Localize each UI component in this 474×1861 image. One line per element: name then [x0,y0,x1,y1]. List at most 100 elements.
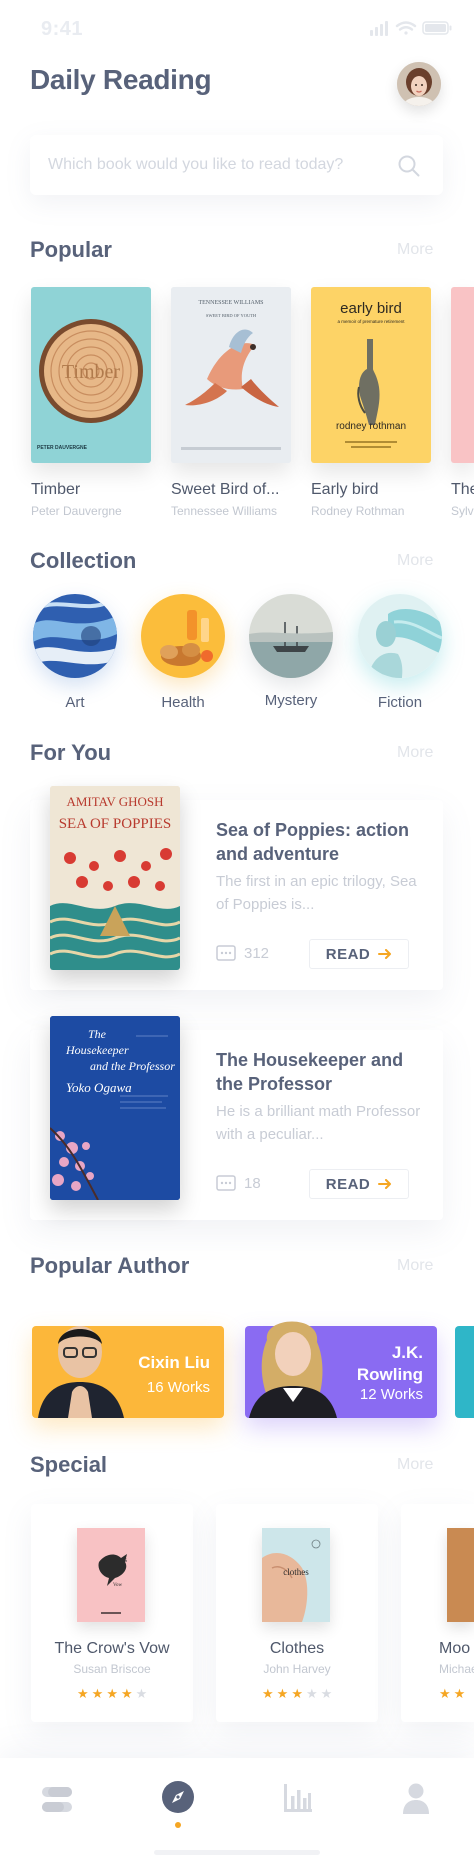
collection-art-image[interactable] [33,594,117,678]
star-icon: ★ [453,1686,469,1701]
collection-fiction-image[interactable] [358,594,442,678]
star-icon: ★ [305,1686,321,1701]
popular-author-title: Popular Author [30,1253,190,1278]
for-you-more-link[interactable]: More [397,744,433,762]
star-icon: ★ [106,1686,121,1701]
battery-icon [422,21,452,35]
special-book-author: Susan Briscoe [73,1662,151,1676]
signal-icon [370,21,388,36]
book-cover-partial[interactable] [451,287,474,463]
star-icon: ★ [262,1686,277,1701]
status-icons [370,21,452,36]
read-button[interactable]: READ [309,1169,409,1199]
timber-cover-author: PETER DAUVERGNE [37,445,88,451]
housekeeper-cover-author: Yoko Ogawa [66,1080,132,1095]
search-bar[interactable] [30,135,443,195]
rating-stars: ★★ [439,1686,468,1702]
book-author: Peter Dauvergne [31,504,122,518]
for-you-book-description: He is a brilliant math Professor with a … [216,1103,421,1143]
book-cover-housekeeper[interactable]: The Housekeeper and the Professor Yoko O… [50,1016,180,1200]
poppies-cover-title: SEA OF POPPIES [59,816,172,832]
author-works-count: 16 Works [146,1379,210,1396]
star-icon: ★ [291,1686,306,1701]
author-name: Cixin Liu [138,1353,210,1372]
stats-icon[interactable] [282,1782,314,1814]
collection-more-link[interactable]: More [397,552,433,570]
star-icon: ★ [91,1686,107,1701]
for-you-book-title[interactable]: The Housekeeper and the Professor [216,1048,426,1096]
status-time: 9:41 [41,18,84,40]
star-icon: ★ [120,1686,136,1701]
collection-mystery-image[interactable] [249,594,333,678]
book-title[interactable]: Timber [31,481,80,499]
collection-health-image[interactable] [141,594,225,678]
special-title: Special [30,1452,108,1477]
special-card[interactable]: clothes Clothes John Harvey ★★★★★ [216,1504,378,1722]
author-card-partial[interactable] [455,1326,474,1418]
for-you-book-description: The first in an epic trilogy, Sea of Pop… [216,873,417,913]
collection-label[interactable]: Mystery [249,692,333,709]
book-author: Tennessee Williams [171,504,278,518]
book-cover-crows-vow[interactable]: 's Vow [77,1528,145,1622]
special-book-title[interactable]: The Crow's Vow [31,1640,193,1658]
book-cover-clothes[interactable]: clothes [262,1528,330,1622]
collection-title: Collection [30,548,137,573]
special-card[interactable]: 's Vow The Crow's Vow Susan Briscoe ★★★★… [31,1504,193,1722]
collection-label[interactable]: Art [33,694,117,711]
housekeeper-cover-title-line3: and the Professor [90,1059,175,1073]
star-icon: ★ [77,1686,92,1701]
special-book-author: John Harvey [263,1662,331,1676]
book-cover-timber[interactable]: Timber PETER DAUVERGNE [31,287,151,463]
author-name: J.K. Rowling [356,1343,423,1384]
book-cover-partial[interactable] [447,1528,474,1622]
page-title: Daily Reading [30,64,212,95]
arrow-right-icon [378,949,392,959]
special-book-title[interactable]: Moo [439,1640,470,1658]
read-button[interactable]: READ [309,939,409,969]
housekeeper-cover-title-line2: Housekeeper [65,1043,129,1057]
collection-label[interactable]: Health [141,694,225,711]
special-more-link[interactable]: More [397,1456,433,1474]
tab-bar [0,1758,474,1861]
collection-label[interactable]: Fiction [358,694,442,711]
book-title[interactable]: The [451,481,474,499]
special-book-author: Michae [439,1662,474,1676]
poppies-cover-author: AMITAV GHOSH [66,794,163,809]
special-book-title[interactable]: Clothes [216,1640,378,1658]
book-cover-sweet-bird[interactable]: TENNESSEE WILLIAMS SWEET BIRD OF YOUTH [171,287,291,463]
book-cover-sea-of-poppies[interactable]: AMITAV GHOSH SEA OF POPPIES [50,786,180,970]
book-author: Rodney Rothman [311,504,405,518]
popular-author-more-link[interactable]: More [397,1257,433,1275]
early-bird-cover-title: early bird [340,300,402,317]
avatar[interactable] [397,62,441,106]
profile-icon[interactable] [402,1782,430,1814]
search-icon[interactable] [397,154,421,178]
wifi-icon [395,21,417,35]
comment-count: 18 [244,1175,261,1192]
home-indicator [154,1850,320,1855]
special-card-partial[interactable]: Moo Michae ★★ [401,1504,474,1722]
compass-icon[interactable] [161,1780,195,1814]
rating-stars: ★★★★★ [262,1686,335,1702]
timber-cover-title: Timber [62,361,121,383]
search-input[interactable] [48,135,368,195]
svg-text:Vow: Vow [113,1583,122,1588]
author-card-jk-rowling[interactable]: J.K. Rowling 12 Works [245,1321,437,1418]
for-you-book-title[interactable]: Sea of Poppies: action and adventure [216,818,426,866]
rating-stars: ★★★★★ [77,1686,150,1702]
comment-count: 312 [244,945,270,962]
author-card-cixin-liu[interactable]: Cixin Liu 16 Works [32,1326,224,1418]
active-tab-indicator [175,1822,181,1828]
book-author: Sylvi [451,504,474,518]
read-button-label: READ [325,1175,371,1193]
book-cover-early-bird[interactable]: early bird a memoir of premature retirem… [311,287,431,463]
star-icon: ★ [135,1686,151,1701]
arrow-right-icon [378,1179,392,1189]
library-icon[interactable] [40,1784,74,1816]
book-title[interactable]: Early bird [311,481,379,499]
avatar-image [397,62,441,106]
book-title[interactable]: Sweet Bird of... [171,481,280,499]
popular-more-link[interactable]: More [397,241,433,259]
read-button-label: READ [325,945,371,963]
star-icon: ★ [320,1686,336,1701]
